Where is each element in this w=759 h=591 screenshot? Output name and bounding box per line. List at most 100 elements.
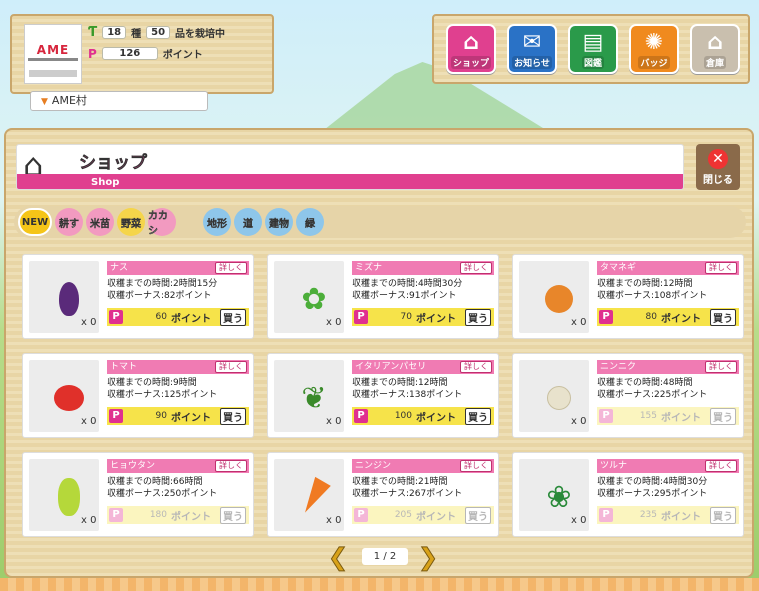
parsley-icon: ❦ (301, 380, 327, 416)
point-label: ポイント (416, 313, 456, 325)
filter-chip[interactable]: 緑 (296, 208, 324, 236)
harvest-time: 収穫までの時間:4時間30分 (352, 279, 463, 289)
harvest-bonus: 収穫ボーナス:82ポイント (107, 291, 212, 301)
item-card: x 0 タマネギ 詳しく 収穫までの時間:12時間 収穫ボーナス:108ポイント P 80 ポ… (512, 254, 744, 339)
harvest-time: 収穫までの時間:66時間 (107, 477, 203, 487)
detail-button[interactable]: 詳しく (215, 361, 247, 373)
item-info: 収穫までの時間:12時間 収穫ボーナス:138ポイント (352, 377, 462, 401)
harvest-bonus: 収穫ボーナス:91ポイント (352, 291, 457, 301)
points-icon: P (88, 46, 97, 61)
filter-chip[interactable]: 道 (234, 208, 262, 236)
logo-text: AME (36, 43, 70, 57)
buy-button[interactable]: 買う (220, 308, 246, 326)
next-page-icon[interactable]: ❯ (417, 544, 438, 571)
points-icon: P (109, 409, 123, 423)
seeds-count: 18 (102, 26, 127, 39)
detail-button[interactable]: 詳しく (215, 262, 247, 274)
harvest-time: 収穫までの時間:2時間15分 (107, 279, 218, 289)
buy-bar: P 180 ポイント 買う (107, 506, 249, 524)
filter-chip[interactable]: 耕す (55, 208, 83, 236)
item-name: ナス (110, 263, 129, 273)
buy-button: 買う (710, 407, 736, 425)
filter-chip[interactable]: NEW (18, 208, 52, 236)
buy-button[interactable]: 買う (465, 308, 491, 326)
points-stats: P 126 ポイント (88, 46, 203, 62)
item-name: イタリアンパセリ (355, 362, 427, 372)
village-logo: AME (24, 24, 82, 84)
harvest-time: 収穫までの時間:21時間 (352, 477, 448, 487)
buy-button[interactable]: 買う (220, 407, 246, 425)
item-name-bar: イタリアンパセリ 詳しく (352, 360, 494, 374)
buy-bar[interactable]: P 80 ポイント 買う (597, 308, 739, 326)
village-selector[interactable]: ▼ AME村 (30, 91, 208, 111)
item-name-bar: ミズナ 詳しく (352, 261, 494, 275)
item-info: 収穫までの時間:4時間30分 収穫ボーナス:91ポイント (352, 278, 462, 302)
item-price: 60 (155, 312, 167, 322)
close-button[interactable]: ✕ 閉じる (696, 144, 740, 190)
points-icon: P (109, 508, 123, 522)
harvest-bonus: 収穫ボーナス:250ポイント (107, 489, 218, 499)
nav-label: お知らせ (512, 56, 552, 69)
tsuruna-icon: ❀ (546, 479, 572, 515)
nav-button-book[interactable]: ▤ 図鑑 (568, 24, 618, 74)
filter-chip[interactable]: 建物 (265, 208, 293, 236)
detail-button[interactable]: 詳しく (460, 262, 492, 274)
harvest-time: 収穫までの時間:12時間 (597, 279, 693, 289)
harvest-time: 収穫までの時間:4時間30分 (597, 477, 708, 487)
point-label: ポイント (661, 511, 701, 523)
filter-chip[interactable]: 地形 (203, 208, 231, 236)
buy-bar[interactable]: P 70 ポイント 買う (352, 308, 494, 326)
seed-stats: Ƭ 18 種 50 品を栽培中 (88, 25, 225, 40)
nav-label: バッジ (638, 56, 670, 69)
item-info: 収穫までの時間:4時間30分 収穫ボーナス:295ポイント (597, 476, 707, 500)
item-price: 205 (394, 510, 412, 520)
nav-button-mail[interactable]: ✉ お知らせ (507, 24, 557, 74)
buy-button[interactable]: 買う (465, 407, 491, 425)
filter-chip[interactable]: 米苗 (86, 208, 114, 236)
item-grid: x 0 ナス 詳しく 収穫までの時間:2時間15分 収穫ボーナス:82ポイント P 60 ポイ… (22, 254, 748, 544)
detail-button[interactable]: 詳しく (705, 361, 737, 373)
buy-bar: P 205 ポイント 買う (352, 506, 494, 524)
buy-bar[interactable]: P 100 ポイント 買う (352, 407, 494, 425)
points-value: 126 (101, 47, 158, 60)
nav-label: ショップ (450, 56, 491, 69)
village-name: AME村 (51, 94, 87, 107)
detail-button[interactable]: 詳しく (705, 262, 737, 274)
detail-button[interactable]: 詳しく (705, 460, 737, 472)
item-name-bar: ニンジン 詳しく (352, 459, 494, 473)
nav-label: 図鑑 (581, 56, 604, 69)
item-info: 収穫までの時間:12時間 収穫ボーナス:108ポイント (597, 278, 707, 302)
shop-title: ショップ (79, 153, 148, 174)
gourd-icon (49, 473, 89, 521)
point-label: ポイント (171, 313, 211, 325)
item-card: ✿ x 0 ミズナ 詳しく 収穫までの時間:4時間30分 収穫ボーナス:91ポイント P 70… (267, 254, 499, 339)
item-price: 100 (394, 411, 412, 421)
buy-button[interactable]: 買う (710, 308, 736, 326)
item-quantity: x 0 (571, 317, 587, 328)
mail-icon: ✉ (522, 30, 542, 55)
prev-page-icon[interactable]: ❮ (327, 544, 348, 571)
filter-chip[interactable]: カカシ (148, 208, 176, 237)
point-label: ポイント (416, 511, 456, 523)
harvest-bonus: 収穫ボーナス:138ポイント (352, 390, 463, 400)
harvest-time: 収穫までの時間:9時間 (107, 378, 197, 388)
mizuna-icon: ✿ (301, 281, 327, 317)
detail-button[interactable]: 詳しく (215, 460, 247, 472)
filter-chip[interactable]: 野菜 (117, 208, 145, 236)
warehouse-icon: ⌂ (707, 30, 723, 55)
nav-button-warehouse[interactable]: ⌂ 倉庫 (690, 24, 740, 74)
detail-button[interactable]: 詳しく (460, 460, 492, 472)
detail-button[interactable]: 詳しく (460, 361, 492, 373)
close-icon: ✕ (708, 148, 728, 169)
category-filter-bar: NEW 耕す 米苗 野菜 カカシ 地形道建物緑 (14, 206, 746, 238)
buy-bar[interactable]: P 60 ポイント 買う (107, 308, 249, 326)
shop-icon: ⌂ (463, 30, 479, 55)
harvest-bonus: 収穫ボーナス:295ポイント (597, 489, 708, 499)
buy-bar[interactable]: P 90 ポイント 買う (107, 407, 249, 425)
pagination: ❮ 1 / 2 ❯ (326, 544, 446, 571)
item-info: 収穫までの時間:2時間15分 収穫ボーナス:82ポイント (107, 278, 217, 302)
nav-button-badge[interactable]: ✺ バッジ (629, 24, 679, 74)
nav-button-shop[interactable]: ⌂ ショップ (446, 24, 496, 74)
item-price: 90 (155, 411, 167, 421)
item-info: 収穫までの時間:9時間 収穫ボーナス:125ポイント (107, 377, 217, 401)
